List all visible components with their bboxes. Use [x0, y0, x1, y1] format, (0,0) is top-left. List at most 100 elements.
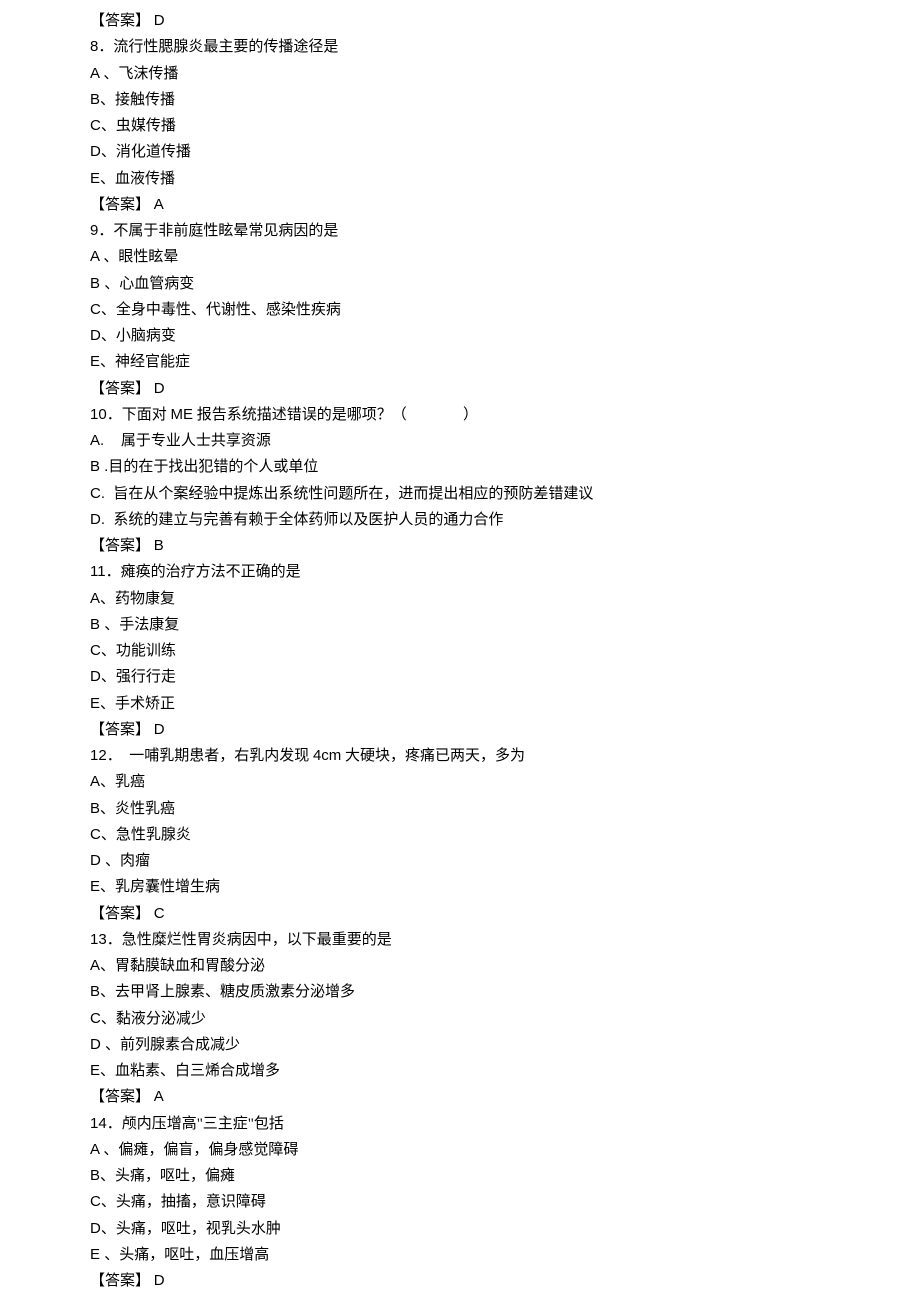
q8-text: ．流行性腮腺炎最主要的传播途径是	[98, 39, 338, 55]
answer-value: C	[154, 905, 165, 922]
q9-opt-b: B 、心血管病变	[90, 271, 920, 297]
opt-letter: E	[90, 170, 100, 187]
q14-opt-d: D、头痛，呕吐，视乳头水肿	[90, 1216, 920, 1242]
q8-opt-b: B、接触传播	[90, 87, 920, 113]
q9-opt-d: D、小脑病变	[90, 323, 920, 349]
opt-letter: D	[90, 143, 101, 160]
opt-letter: D	[90, 852, 105, 869]
opt-letter: D	[90, 1220, 101, 1237]
q14-opt-a: A 、偏瘫，偏盲，偏身感觉障碍	[90, 1137, 920, 1163]
q10-num: 10	[90, 406, 107, 423]
opt-text: 、炎性乳癌	[100, 801, 175, 817]
opt-letter: A	[90, 65, 103, 82]
q10-mid: ME	[170, 406, 193, 423]
opt-text: 系统的建立与完善有赖于全体药师以及医护人员的通力合作	[113, 512, 503, 528]
q11-opt-d: D、强行行走	[90, 664, 920, 690]
opt-text: 、前列腺素合成减少	[105, 1037, 240, 1053]
answer-label: 【答案】	[90, 1089, 150, 1105]
opt-text: 、强行行走	[101, 669, 176, 685]
q13-answer: 【答案】 A	[90, 1084, 920, 1110]
q10-text-a: ．下面对	[107, 407, 171, 423]
opt-letter: C	[90, 301, 101, 318]
opt-letter: C	[90, 1193, 101, 1210]
opt-letter: D	[90, 327, 101, 344]
q11-opt-c: C、功能训练	[90, 638, 920, 664]
answer-value: D	[154, 721, 165, 738]
opt-text: 、虫媒传播	[101, 118, 176, 134]
q9-answer: 【答案】 D	[90, 376, 920, 402]
opt-text: 、乳癌	[100, 774, 145, 790]
opt-text: 、小脑病变	[101, 328, 176, 344]
q11-answer: 【答案】 D	[90, 717, 920, 743]
q14-answer: 【答案】 D	[90, 1268, 920, 1294]
opt-letter: B .	[90, 458, 108, 475]
answer-label: 【答案】	[90, 197, 150, 213]
opt-letter: C.	[90, 485, 113, 502]
opt-letter: A	[90, 1141, 103, 1158]
opt-text: 、急性乳腺炎	[101, 827, 191, 843]
answer-label: 【答案】	[90, 1273, 150, 1289]
q9-stem: 9．不属于非前庭性眩晕常见病因的是	[90, 218, 920, 244]
q10-text-b: 报告系统描述错误的是哪项？（ ）	[193, 407, 478, 423]
q9-opt-c: C、全身中毒性、代谢性、感染性疾病	[90, 297, 920, 323]
opt-text: 、消化道传播	[101, 144, 191, 160]
opt-letter: B	[90, 275, 104, 292]
opt-text: 、手法康复	[104, 617, 179, 633]
q13-stem: 13．急性糜烂性胃炎病因中，以下最重要的是	[90, 927, 920, 953]
opt-text: 、去甲肾上腺素、糖皮质激素分泌增多	[100, 984, 355, 1000]
answer-label: 【答案】	[90, 722, 150, 738]
opt-text: 、头痛，呕吐，偏瘫	[100, 1168, 235, 1184]
q12-opt-d: D 、肉瘤	[90, 848, 920, 874]
opt-letter: E	[90, 353, 100, 370]
opt-text: 、血粘素、白三烯合成增多	[100, 1063, 280, 1079]
q13-opt-d: D 、前列腺素合成减少	[90, 1032, 920, 1058]
q12-text-b: 大硬块，疼痛已两天，多为	[341, 748, 525, 764]
opt-text: 、接触传播	[100, 92, 175, 108]
opt-text: 旨在从个案经验中提炼出系统性问题所在，进而提出相应的预防差错建议	[113, 486, 593, 502]
q13-num: 13	[90, 931, 107, 948]
opt-letter: D.	[90, 511, 113, 528]
q13-opt-a: A、胃黏膜缺血和胃酸分泌	[90, 953, 920, 979]
opt-text: 、头痛，抽搐，意识障碍	[101, 1194, 266, 1210]
answer-label: 【答案】	[90, 13, 150, 29]
q14-text: ．颅内压增高"三主症"包括	[107, 1116, 284, 1132]
answer-value: A	[154, 1088, 164, 1105]
opt-letter: E	[90, 1062, 100, 1079]
q10-opt-c: C. 旨在从个案经验中提炼出系统性问题所在，进而提出相应的预防差错建议	[90, 481, 920, 507]
opt-letter: E	[90, 878, 100, 895]
opt-letter: B	[90, 91, 100, 108]
q13-opt-b: B、去甲肾上腺素、糖皮质激素分泌增多	[90, 979, 920, 1005]
q14-stem: 14．颅内压增高"三主症"包括	[90, 1111, 920, 1137]
q9-opt-a: A 、眼性眩晕	[90, 244, 920, 270]
opt-text: 、血液传播	[100, 171, 175, 187]
answer-value: D	[154, 1272, 165, 1289]
answer-label: 【答案】	[90, 381, 150, 397]
opt-letter: B	[90, 1167, 100, 1184]
q12-opt-b: B、炎性乳癌	[90, 796, 920, 822]
opt-letter: E	[90, 695, 100, 712]
q14-num: 14	[90, 1115, 107, 1132]
answer-label: 【答案】	[90, 538, 150, 554]
q11-opt-e: E、手术矫正	[90, 691, 920, 717]
q12-stem: 12． 一哺乳期患者，右乳内发现 4cm 大硬块，疼痛已两天，多为	[90, 743, 920, 769]
q14-opt-c: C、头痛，抽搐，意识障碍	[90, 1189, 920, 1215]
q11-stem: 11．瘫痪的治疗方法不正确的是	[90, 559, 920, 585]
opt-text: 、药物康复	[100, 591, 175, 607]
q8-opt-d: D、消化道传播	[90, 139, 920, 165]
opt-text: 、飞沫传播	[103, 66, 178, 82]
q12-opt-e: E、乳房囊性增生病	[90, 874, 920, 900]
q14-opt-e: E 、头痛，呕吐，血压增高	[90, 1242, 920, 1268]
q12-num: 12	[90, 747, 107, 764]
q12-opt-c: C、急性乳腺炎	[90, 822, 920, 848]
opt-text: 、偏瘫，偏盲，偏身感觉障碍	[103, 1142, 298, 1158]
q10-opt-d: D. 系统的建立与完善有赖于全体药师以及医护人员的通力合作	[90, 507, 920, 533]
opt-text: 、头痛，呕吐，血压增高	[104, 1247, 269, 1263]
opt-letter: D	[90, 668, 101, 685]
q10-opt-a: A. 属于专业人士共享资源	[90, 428, 920, 454]
opt-text: 、胃黏膜缺血和胃酸分泌	[100, 958, 265, 974]
q14-opt-b: B、头痛，呕吐，偏瘫	[90, 1163, 920, 1189]
q11-opt-a: A、药物康复	[90, 586, 920, 612]
q8-opt-e: E、血液传播	[90, 166, 920, 192]
q10-stem: 10．下面对 ME 报告系统描述错误的是哪项？（ ）	[90, 402, 920, 428]
opt-text: 、黏液分泌减少	[101, 1011, 206, 1027]
